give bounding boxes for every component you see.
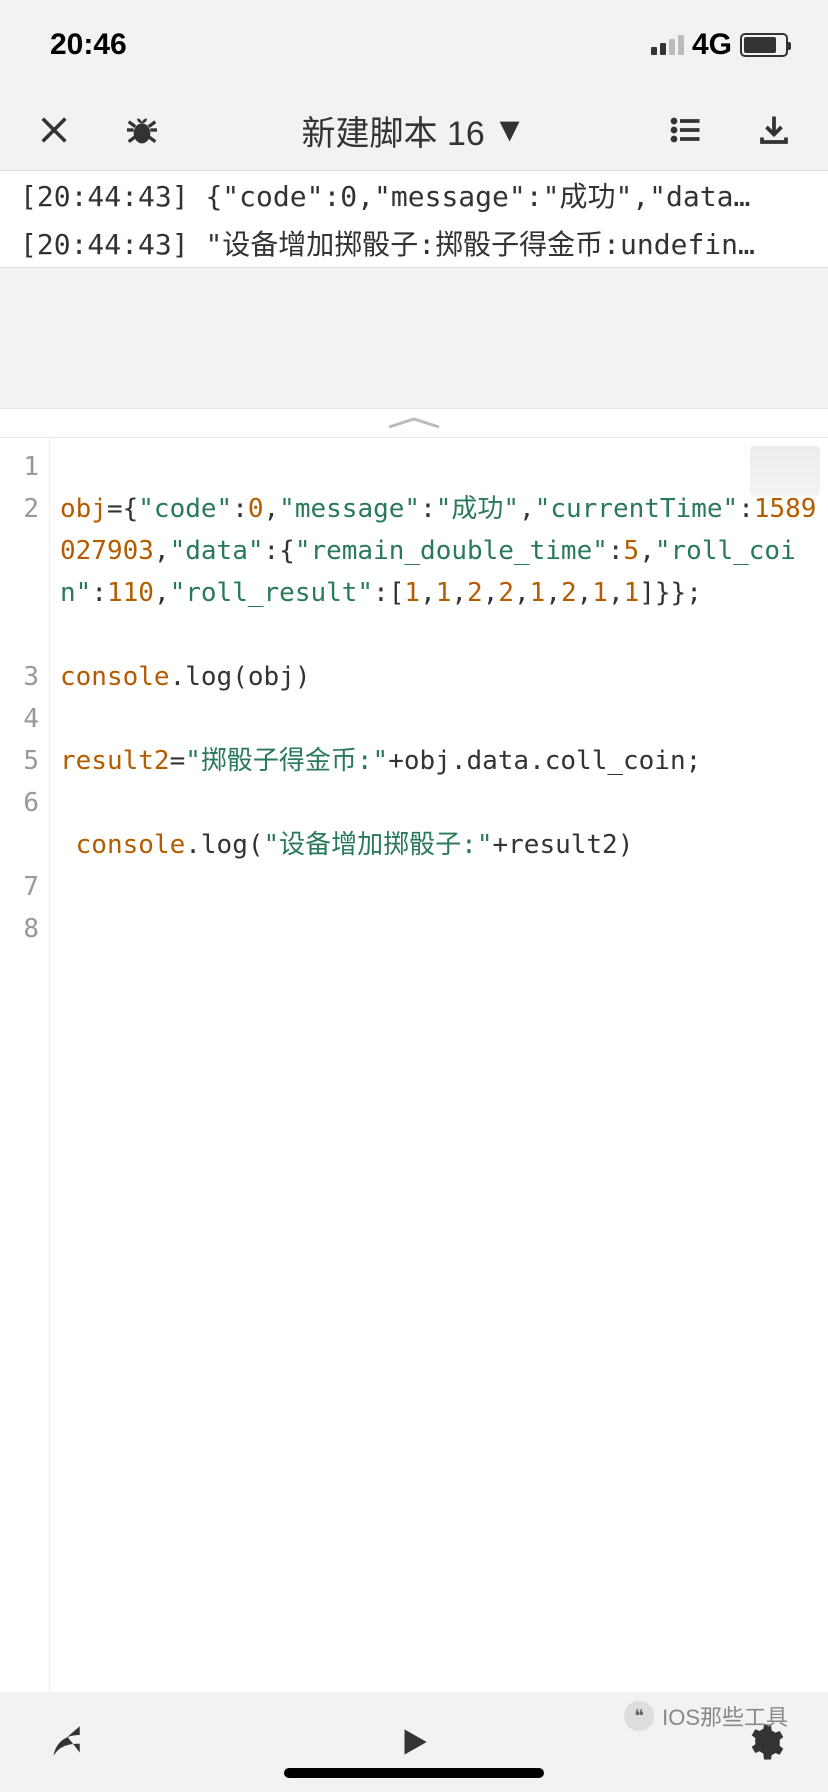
script-title: 新建脚本 16 xyxy=(302,106,485,155)
run-button[interactable] xyxy=(390,1718,438,1766)
list-button[interactable] xyxy=(662,106,710,154)
status-right: 4G xyxy=(651,28,788,62)
battery-icon xyxy=(740,33,788,57)
wechat-icon: ❝ xyxy=(624,1701,654,1731)
code-area[interactable]: obj={"code":0,"message":"成功","currentTim… xyxy=(50,438,828,1692)
line-gutter: 12 3456 78 xyxy=(0,438,50,1692)
status-time: 20:46 xyxy=(50,28,127,62)
toolbar: 新建脚本 16 ▼ xyxy=(0,90,828,170)
minimap[interactable] xyxy=(750,446,820,496)
home-indicator[interactable] xyxy=(284,1768,544,1778)
console-timestamp: [20:44:43] xyxy=(20,180,189,213)
watermark: ❝ IOS那些工具 xyxy=(624,1700,788,1732)
console-text: "设备增加掷骰子:掷骰子得金币:undefin… xyxy=(205,228,754,261)
panel-drag-handle[interactable] xyxy=(0,408,828,438)
close-button[interactable] xyxy=(30,106,78,154)
console-timestamp: [20:44:43] xyxy=(20,228,189,261)
console-text: {"code":0,"message":"成功","data… xyxy=(205,180,750,213)
share-button[interactable] xyxy=(40,1718,88,1766)
code-editor[interactable]: 12 3456 78 obj={"code":0,"message":"成功",… xyxy=(0,438,828,1692)
network-label: 4G xyxy=(692,28,732,62)
script-title-dropdown[interactable]: 新建脚本 16 ▼ xyxy=(206,106,622,155)
watermark-text: IOS那些工具 xyxy=(662,1700,788,1732)
console-line: [20:44:43] "设备增加掷骰子:掷骰子得金币:undefin… xyxy=(0,219,828,267)
console-line: [20:44:43] {"code":0,"message":"成功","dat… xyxy=(0,171,828,219)
signal-icon xyxy=(651,35,684,55)
chevron-down-icon: ▼ xyxy=(493,111,527,150)
status-bar: 20:46 4G xyxy=(0,0,828,90)
console-panel: [20:44:43] {"code":0,"message":"成功","dat… xyxy=(0,170,828,268)
download-button[interactable] xyxy=(750,106,798,154)
bug-icon[interactable] xyxy=(118,106,166,154)
